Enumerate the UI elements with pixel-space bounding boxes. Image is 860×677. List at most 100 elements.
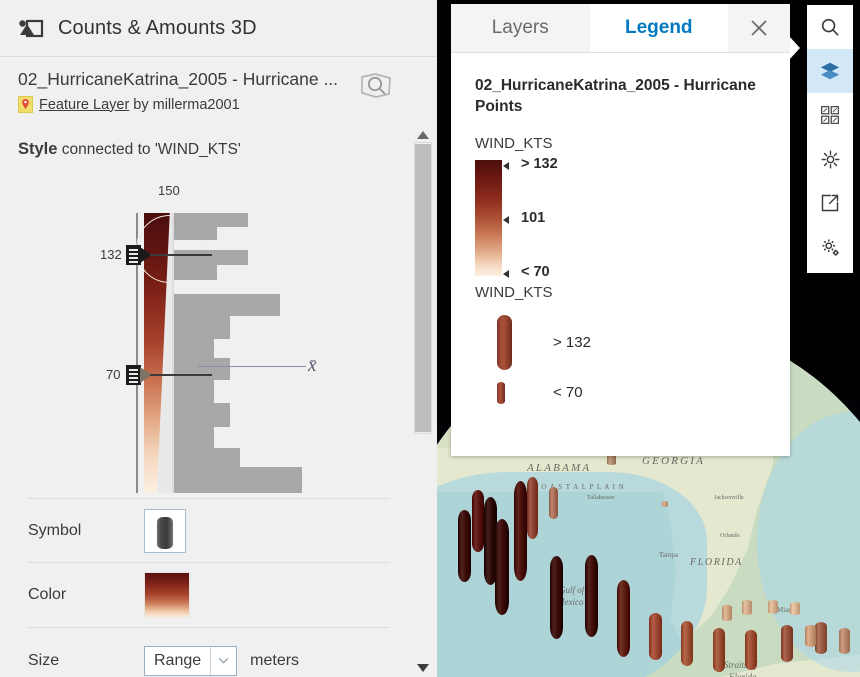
hurricane-point-cylinder[interactable]: [527, 477, 538, 539]
legend-size-section: WIND_KTS > 132 < 70: [475, 284, 766, 419]
settings-icon: [821, 238, 839, 256]
zoom-to-layer-icon[interactable]: [358, 70, 394, 100]
map-place-label: Florida: [729, 672, 757, 677]
hurricane-point-cylinder[interactable]: [472, 490, 484, 552]
histogram-bar: [174, 250, 248, 265]
map-place-label: ALABAMA: [527, 462, 592, 474]
histogram-slider[interactable]: 150 30 132 70: [100, 175, 400, 495]
mean-indicator-line: [198, 366, 306, 367]
hurricane-point-cylinder[interactable]: [805, 625, 816, 647]
hurricane-point-cylinder[interactable]: [458, 510, 471, 582]
upper-handle-grip: [126, 245, 141, 265]
hurricane-point-cylinder[interactable]: [768, 600, 778, 614]
hurricane-point-cylinder[interactable]: [550, 556, 563, 639]
daylight-button[interactable]: [807, 137, 853, 181]
upper-slider-handle[interactable]: [126, 245, 152, 265]
basemap-icon: [821, 106, 839, 124]
histogram-bar: [174, 380, 214, 403]
feature-layer-link[interactable]: Feature Layer: [39, 97, 129, 113]
legend-size-classes: > 132 < 70: [475, 309, 766, 419]
legend-ramp-bar: [475, 160, 502, 276]
image-layer-icon: [18, 15, 44, 41]
histogram-bar: [174, 403, 230, 427]
chevron-down-icon[interactable]: [210, 646, 236, 675]
hurricane-point-cylinder[interactable]: [815, 622, 827, 654]
scroll-down-arrow-icon[interactable]: [415, 661, 431, 673]
hurricane-point-cylinder[interactable]: [722, 605, 732, 621]
color-row-label: Color: [28, 586, 67, 603]
size-row-label: Size: [28, 651, 60, 669]
basemap-button[interactable]: [807, 93, 853, 137]
map-place-label: Tallahassee: [587, 495, 615, 501]
share-button[interactable]: [807, 181, 853, 225]
hurricane-point-cylinder[interactable]: [662, 501, 668, 507]
cylinder-symbol-icon: [157, 516, 173, 549]
scrollbar-thumb[interactable]: [415, 144, 431, 432]
page-title: Counts & Amounts 3D: [58, 16, 257, 39]
legend-callout-arrow: [789, 36, 800, 60]
lower-handle-value: 70: [106, 367, 121, 382]
hurricane-point-cylinder[interactable]: [790, 602, 800, 615]
symbol-swatch-button[interactable]: [144, 508, 186, 553]
hurricane-point-cylinder[interactable]: [681, 621, 693, 666]
map-place-label: C O A S T A L P L A I N: [533, 483, 625, 491]
header-divider: [0, 56, 437, 57]
mean-symbol: x̄: [308, 355, 317, 376]
map-place-label: Orlando: [720, 533, 740, 539]
upper-handle-value: 132: [100, 247, 122, 262]
hurricane-point-cylinder[interactable]: [649, 613, 662, 660]
hurricane-point-cylinder[interactable]: [495, 519, 509, 615]
layers-icon: [820, 62, 840, 80]
histogram-bar: [174, 227, 217, 240]
hurricane-point-cylinder[interactable]: [742, 600, 752, 615]
search-button[interactable]: [807, 5, 853, 49]
hurricane-point-cylinder[interactable]: [607, 455, 616, 465]
settings-button[interactable]: [807, 225, 853, 269]
style-options-list: Symbol Color Size Range meters: [28, 498, 390, 677]
search-icon: [821, 18, 839, 36]
legend-ramp-tick: [503, 270, 509, 278]
legend-size-label: < 70: [553, 384, 583, 401]
legend-size-label: > 132: [553, 333, 591, 351]
share-icon: [821, 194, 839, 212]
hurricane-point-cylinder[interactable]: [514, 481, 527, 581]
legend-size-cylinder-icon: [497, 315, 512, 370]
tab-legend[interactable]: Legend: [589, 4, 728, 52]
lower-handle-leader: [150, 374, 212, 376]
scroll-up-arrow-icon[interactable]: [415, 128, 431, 140]
map-pin-icon: [18, 96, 33, 113]
layer-owner: by millerma2001: [133, 96, 240, 113]
hurricane-point-cylinder[interactable]: [617, 580, 630, 657]
close-panel-button[interactable]: [728, 4, 790, 52]
histogram-bar: [174, 339, 214, 358]
panel-scrollbar[interactable]: [413, 128, 433, 673]
upper-handle-leader: [150, 254, 212, 256]
lower-slider-handle[interactable]: [126, 365, 152, 385]
symbol-row: Symbol: [28, 498, 390, 563]
size-mode-select[interactable]: Range: [144, 645, 238, 676]
legend-ramp-tick: [503, 216, 509, 224]
legend-size-field: WIND_KTS: [475, 284, 553, 301]
histogram-bar: [174, 213, 248, 227]
tab-layers[interactable]: Layers: [451, 4, 590, 52]
hurricane-point-cylinder[interactable]: [549, 487, 558, 519]
histogram-bar: [174, 294, 280, 316]
layer-info: 02_HurricaneKatrina_2005 - Hurricane ...: [18, 68, 418, 113]
style-label: Style: [18, 140, 58, 158]
lower-handle-grip: [126, 365, 141, 385]
daylight-icon: [820, 149, 840, 169]
hurricane-point-cylinder[interactable]: [585, 555, 598, 637]
hurricane-point-cylinder[interactable]: [839, 628, 850, 654]
color-row: Color: [28, 563, 390, 628]
color-ramp-swatch-button[interactable]: [144, 572, 190, 618]
legend-ramp-label: < 70: [521, 264, 550, 280]
layers-button[interactable]: [807, 49, 853, 93]
legend-ramp-label: > 132: [521, 156, 558, 172]
symbol-row-label: Symbol: [28, 521, 82, 539]
hurricane-point-cylinder[interactable]: [781, 625, 793, 662]
histogram-bar: [174, 427, 214, 448]
hurricane-point-cylinder[interactable]: [745, 630, 757, 670]
legend-color-ramp: > 132 101 < 70: [475, 156, 766, 280]
hurricane-point-cylinder[interactable]: [713, 628, 725, 672]
legend-layer-title: 02_HurricaneKatrina_2005 - Hurricane Poi…: [475, 77, 756, 115]
